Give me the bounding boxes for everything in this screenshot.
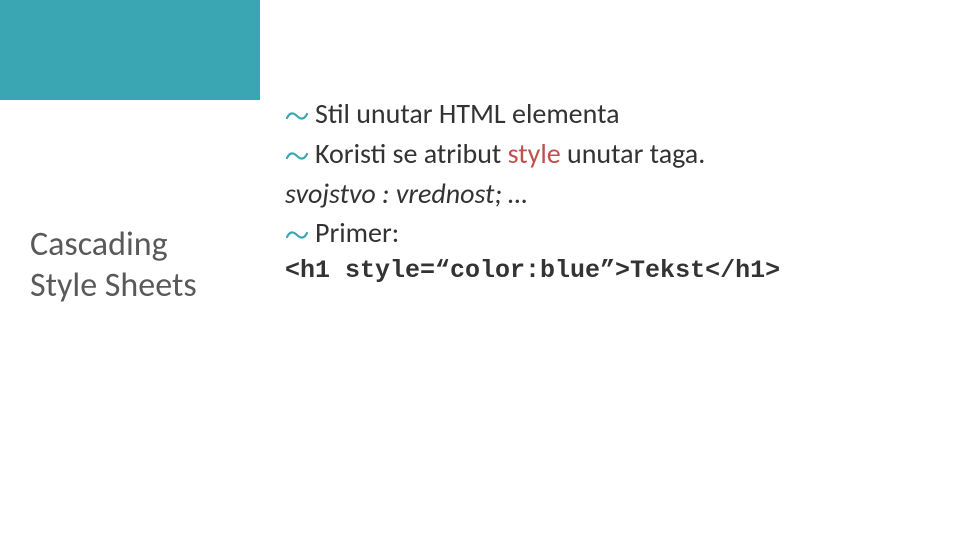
bullet-1-text: Stil unutar HTML elementa <box>315 96 620 131</box>
bullet-item-3: Primer: <box>285 214 920 252</box>
bullet-3-text: Primer: <box>315 215 399 250</box>
bullet-item-2: Koristi se atribut style unutar taga. <box>285 135 920 173</box>
bullet-icon <box>285 107 309 125</box>
title-line-2: Style Sheets <box>30 265 197 306</box>
accent-block <box>0 0 260 100</box>
bullet-item-1: Stil unutar HTML elementa <box>285 95 920 133</box>
bullet-icon <box>285 226 309 244</box>
main-content: Stil unutar HTML elementa Koristi se atr… <box>260 0 960 540</box>
bullet-2-text-part-a: Koristi se atribut <box>315 136 508 171</box>
bullet-icon <box>285 147 309 165</box>
slide-title: Cascading Style Sheets <box>30 225 197 307</box>
bullet-2-text-part-b: unutar taga. <box>561 136 706 171</box>
title-line-1: Cascading <box>30 224 168 265</box>
code-example: <h1 style=“color:blue”>Tekst</h1> <box>285 254 920 288</box>
syntax-line: svojstvo : vrednost; … <box>285 175 920 213</box>
bullet-2-highlight: style <box>508 136 561 171</box>
slide: Cascading Style Sheets Stil unutar HTML … <box>0 0 960 540</box>
sidebar: Cascading Style Sheets <box>0 0 260 540</box>
